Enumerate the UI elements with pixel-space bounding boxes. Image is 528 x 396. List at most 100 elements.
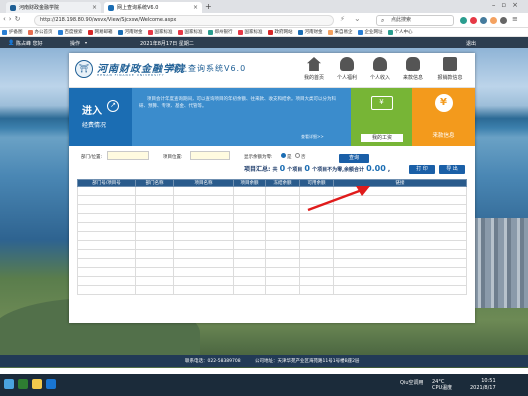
dept-label: 部门/位置: <box>81 155 103 160</box>
bookmark-item[interactable]: 政府网站 <box>267 29 293 35</box>
people-icon <box>406 57 420 71</box>
site-favicon-icon <box>10 4 16 11</box>
operation-menu[interactable]: 操作 <box>70 40 80 47</box>
close-icon[interactable]: × <box>193 4 198 11</box>
print-button[interactable]: 打 印 <box>409 165 435 174</box>
extension-icon[interactable] <box>490 17 497 24</box>
bookmark-item[interactable]: 国家标准 <box>177 29 203 35</box>
summary-text: 共 <box>272 167 278 173</box>
summary-text: 个项目 <box>287 167 303 173</box>
col-project-name[interactable]: 项目名称 <box>173 179 234 187</box>
bookmark-item[interactable]: 河南财金 <box>297 29 323 35</box>
user-greeting: 陈占峰 您好 <box>16 41 43 47</box>
query-button[interactable]: 查询 <box>339 154 369 163</box>
chevron-down-icon[interactable]: ▾ <box>85 40 87 45</box>
col-project-balance[interactable]: 项目余额 <box>233 179 266 187</box>
extension-icon[interactable] <box>460 17 467 24</box>
table-header-row: 部门号/项目号 部门名称 项目名称 项目余额 冻结余额 可用余额 链接 <box>77 179 467 187</box>
table-row <box>77 231 467 241</box>
project-input[interactable] <box>190 151 230 160</box>
university-logo-icon: ⛩ <box>75 60 93 78</box>
extension-icon[interactable] <box>500 17 507 24</box>
nav-label: 个人收入 <box>369 75 390 81</box>
tab-title: 河南财政金融学院 <box>19 5 60 11</box>
col-frozen-balance[interactable]: 冻结余额 <box>265 179 300 187</box>
person-money-icon <box>373 57 387 71</box>
bookmark-item[interactable]: 来自易企 <box>327 29 353 35</box>
radio-no[interactable] <box>295 153 300 158</box>
browser-icon[interactable] <box>46 379 56 389</box>
col-dept-name[interactable]: 部门名称 <box>135 179 174 187</box>
system-clock[interactable]: 10:51 2021/8/17 <box>470 378 496 392</box>
menu-icon[interactable]: ≡ <box>512 15 518 23</box>
clock-time: 10:51 <box>481 378 496 384</box>
nav-buttons[interactable]: ‹›↻ <box>3 15 23 23</box>
dept-input[interactable] <box>107 151 149 160</box>
main-panel: ⛩ 河南财政金融学院 HENAN FINANCE UNIVERSITY 网上查询… <box>69 53 475 323</box>
bookmark-item[interactable]: 河南财金 <box>117 29 143 35</box>
logout-link[interactable]: 退出 <box>466 40 476 47</box>
funds-label: 经费情况 <box>82 122 107 129</box>
nav-income[interactable]: 个人收入 <box>365 57 395 81</box>
url-input[interactable]: http://218.198.80.90/wsvx/View/Sjcxsw/We… <box>34 15 334 26</box>
browser-tab-bar: 河南财政金融学院 × 网上查询系统V6.0 × + –▫× <box>0 0 528 13</box>
nonzero-count: 0 <box>304 164 310 173</box>
app-icon[interactable] <box>18 379 28 389</box>
extension-icon[interactable] <box>480 17 487 24</box>
start-icon[interactable] <box>4 379 14 389</box>
nav-incoming-funds[interactable]: 来款信息 <box>398 57 428 81</box>
bookmark-icon <box>87 29 93 35</box>
extension-icon[interactable] <box>470 17 477 24</box>
view-details-link[interactable]: 查看详细>> <box>301 134 324 140</box>
tray-app-label[interactable]: Qiu空调用 <box>400 379 424 386</box>
bookmark-item[interactable]: 百度搜索 <box>57 29 83 35</box>
cash-icon <box>443 57 457 71</box>
folder-icon[interactable] <box>32 379 42 389</box>
bookmark-icon <box>297 29 303 35</box>
tab-title: 网上查询系统V6.0 <box>117 5 159 11</box>
zero-balance-label: 显示余额为零: <box>244 155 273 160</box>
bookmark-item[interactable]: 国家标准 <box>237 29 263 35</box>
user-icon: 👤 <box>8 40 15 46</box>
col-dept-project-no[interactable]: 部门号/项目号 <box>77 179 136 187</box>
radio-yes[interactable] <box>281 153 286 158</box>
enter-funds-tile[interactable]: 进入 ↗ 经费情况 <box>69 88 132 146</box>
weather-widget[interactable]: 24°C CPU温度 <box>432 379 452 391</box>
chevron-down-icon[interactable]: ⌄ <box>354 14 361 23</box>
bookmark-icon <box>117 29 123 35</box>
table-row <box>77 276 467 286</box>
bookmark-item[interactable]: 护备图 <box>2 29 23 35</box>
bookmark-icon <box>177 29 183 35</box>
window-controls[interactable]: –▫× <box>492 1 524 9</box>
bookmark-item[interactable]: 企业网址 <box>357 29 383 35</box>
close-icon[interactable]: × <box>92 4 97 11</box>
arrow-up-right-icon: ↗ <box>107 100 119 112</box>
app-header-bar: 👤 陈占峰 您好 操作 ▾ 2021年8月17日 星期二 退出 <box>0 37 528 48</box>
new-tab-button[interactable]: + <box>205 2 212 11</box>
contact-phone: 联系电话：022-58389708 <box>185 359 241 364</box>
bookmark-icon <box>387 29 393 35</box>
nav-my-home[interactable]: 我的首页 <box>299 57 329 81</box>
incoming-funds-label: 来款信息 <box>432 133 455 139</box>
nav-reimbursement[interactable]: 报销款信息 <box>435 57 465 81</box>
bookmark-item[interactable]: 办公首页 <box>27 29 53 35</box>
address-bar: ‹›↻ http://218.198.80.90/wsvx/View/Sjcxs… <box>0 13 528 28</box>
enter-label: 进入 <box>82 106 102 117</box>
project-summary: 项目汇总: 共 0 个项目 0 个项目不为零,余额合计 0.00 , <box>244 164 390 173</box>
incoming-funds-tile[interactable]: ¥ 来款信息 <box>412 88 475 146</box>
tab-home[interactable]: 河南财政金融学院 × <box>6 2 101 13</box>
search-input[interactable]: ⌕ 点此搜索 <box>376 15 454 26</box>
bookmark-item[interactable]: 个人中心 <box>387 29 413 35</box>
weather-desc: CPU温度 <box>432 385 453 391</box>
my-salary-tile[interactable]: ¥ 我的工资 <box>351 88 412 146</box>
project-count: 0 <box>279 164 286 173</box>
os-taskbar: Qiu空调用 24°C CPU温度 10:51 2021/8/17 <box>0 374 528 396</box>
export-button[interactable]: 导 出 <box>439 165 465 174</box>
tab-query-system[interactable]: 网上查询系统V6.0 × <box>104 2 202 13</box>
bookmark-item[interactable]: 国家标准 <box>147 29 173 35</box>
zoom-icon[interactable]: ⚡ <box>340 15 345 23</box>
nav-welfare[interactable]: 个人福利 <box>332 57 362 81</box>
bookmark-item[interactable]: 网易邮箱 <box>87 29 113 35</box>
system-title: 网上查询系统V6.0 <box>170 64 247 73</box>
bookmark-item[interactable]: 郑州银行 <box>207 29 233 35</box>
